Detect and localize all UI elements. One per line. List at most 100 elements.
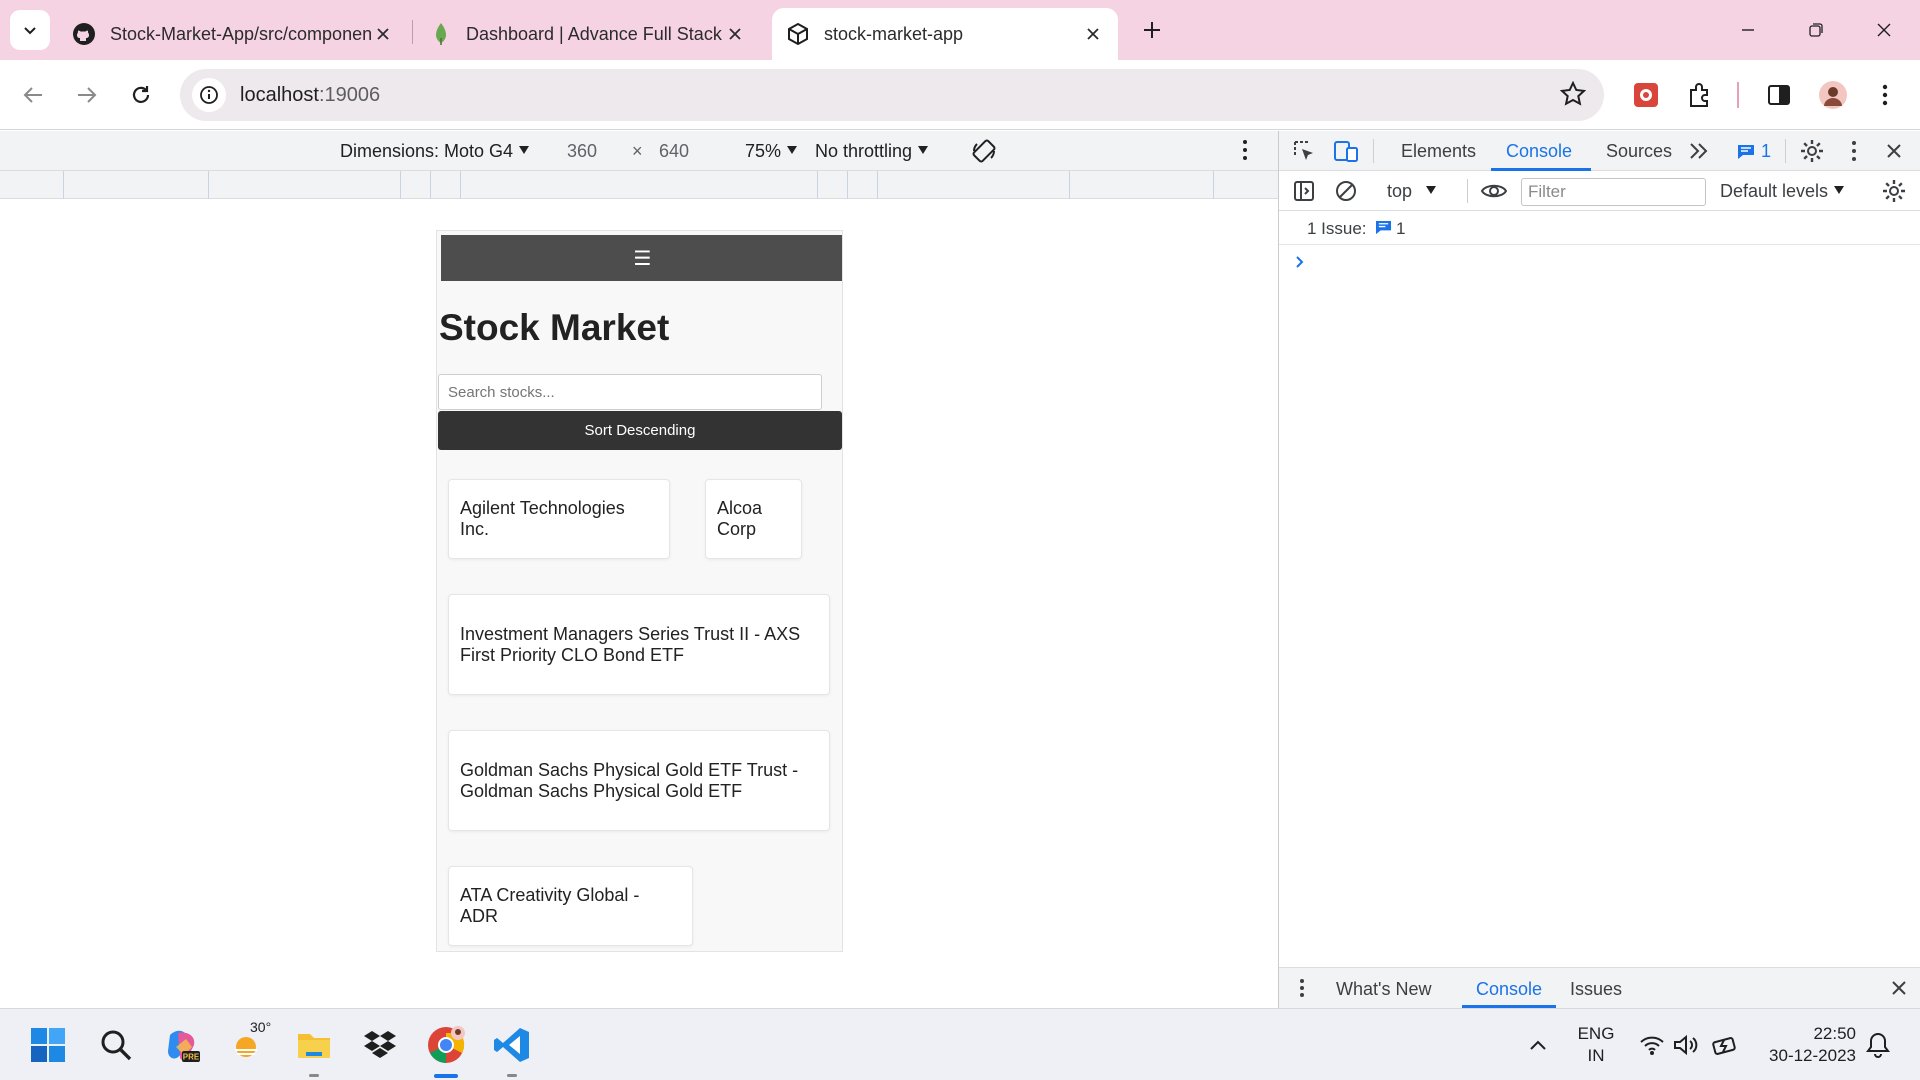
device-width-input[interactable]: 360	[567, 141, 597, 162]
tab-dashboard[interactable]: Dashboard | Advance Full Stack	[416, 8, 760, 60]
site-info-icon[interactable]	[192, 78, 226, 112]
hamburger-menu-icon[interactable]: ☰	[634, 246, 652, 271]
tab-stock-market-app[interactable]: stock-market-app	[772, 8, 1118, 60]
extensions-puzzle-icon[interactable]	[1681, 76, 1719, 114]
extension-app-icon[interactable]	[1627, 76, 1665, 114]
stock-card[interactable]: Alcoa Corp	[705, 479, 802, 559]
browser-toolbar: localhost:19006	[0, 60, 1920, 130]
address-bar[interactable]: localhost:19006	[180, 69, 1604, 121]
browser-tab-strip: Stock-Market-App/src/components Dashboar…	[0, 0, 1920, 60]
tab-search-button[interactable]	[10, 10, 50, 50]
dropbox-icon[interactable]	[358, 1023, 402, 1067]
rotate-icon[interactable]	[970, 137, 998, 170]
device-dimensions-select[interactable]: Dimensions: Moto G4	[340, 141, 530, 162]
close-window-button[interactable]	[1862, 12, 1906, 48]
device-height-input[interactable]: 640	[659, 141, 689, 162]
stock-name: Investment Managers Series Trust II - AX…	[460, 623, 801, 665]
devtools-more-icon[interactable]	[1839, 136, 1869, 166]
restore-icon	[1809, 23, 1823, 37]
media-query-segment[interactable]	[460, 171, 461, 199]
file-explorer-icon[interactable]	[292, 1023, 336, 1067]
new-tab-button[interactable]	[1136, 14, 1168, 46]
log-levels-select[interactable]: Default levels	[1720, 181, 1845, 202]
drawer-more-icon[interactable]	[1299, 978, 1305, 1003]
tab-console[interactable]: Console	[1506, 141, 1572, 162]
stock-card[interactable]: Goldman Sachs Physical Gold ETF Trust - …	[448, 730, 830, 831]
bookmark-star-icon[interactable]	[1559, 80, 1587, 112]
tab-github[interactable]: Stock-Market-App/src/components	[58, 8, 408, 60]
clock-time: 22:50	[1813, 1024, 1856, 1043]
media-query-segment[interactable]	[1213, 171, 1214, 199]
stock-card[interactable]: Investment Managers Series Trust II - AX…	[448, 594, 830, 695]
console-settings-gear-icon[interactable]	[1879, 176, 1909, 206]
issues-row[interactable]: 1 Issue: 1	[1279, 211, 1920, 245]
settings-gear-icon[interactable]	[1797, 136, 1827, 166]
drawer-tab-console[interactable]: Console	[1476, 979, 1542, 1000]
search-input[interactable]	[438, 374, 822, 410]
close-icon	[1877, 23, 1891, 37]
media-query-segment[interactable]	[877, 171, 878, 199]
context-select[interactable]: top	[1387, 181, 1437, 202]
search-icon[interactable]	[94, 1023, 138, 1067]
windows-start-icon[interactable]	[26, 1023, 70, 1067]
side-panel-icon[interactable]	[1760, 76, 1798, 114]
media-query-segment[interactable]	[208, 171, 209, 199]
volume-icon[interactable]	[1664, 1023, 1708, 1067]
forward-button[interactable]	[68, 76, 106, 114]
close-drawer-icon[interactable]	[1891, 980, 1907, 1001]
active-app-indicator	[434, 1074, 458, 1078]
battery-charging-icon[interactable]	[1704, 1023, 1748, 1067]
svg-text:PRE: PRE	[183, 1053, 200, 1062]
throttling-select[interactable]: No throttling	[815, 141, 929, 162]
filter-input[interactable]	[1521, 178, 1706, 206]
media-query-segment[interactable]	[1069, 171, 1070, 199]
stock-name: ATA Creativity Global - ADR	[460, 885, 640, 926]
chrome-menu-icon[interactable]	[1866, 76, 1904, 114]
tab-sources[interactable]: Sources	[1606, 141, 1672, 162]
media-query-segment[interactable]	[430, 171, 431, 199]
back-button[interactable]	[14, 76, 52, 114]
restore-button[interactable]	[1794, 12, 1838, 48]
reload-button[interactable]	[122, 76, 160, 114]
notification-bell-icon[interactable]	[1856, 1023, 1900, 1067]
media-query-segment[interactable]	[400, 171, 401, 199]
stock-card[interactable]: ATA Creativity Global - ADR	[448, 866, 693, 946]
dimension-times: ×	[632, 141, 643, 161]
device-toggle-icon[interactable]	[1331, 136, 1361, 166]
inspect-element-icon[interactable]	[1289, 136, 1319, 166]
toolbar-divider	[1737, 82, 1739, 108]
language-indicator[interactable]: ENG IN	[1574, 1023, 1618, 1067]
drawer-tab-issues[interactable]: Issues	[1570, 979, 1622, 1000]
minimize-button[interactable]	[1726, 12, 1770, 48]
codesandbox-icon	[788, 22, 808, 46]
caret-down-icon	[519, 146, 530, 154]
close-icon[interactable]	[1082, 23, 1104, 45]
copilot-icon[interactable]: PRE	[160, 1023, 204, 1067]
tab-elements[interactable]: Elements	[1401, 141, 1476, 162]
eye-icon[interactable]	[1479, 176, 1509, 206]
more-tabs-chevron-icon[interactable]	[1684, 136, 1714, 166]
drawer-tab-whats-new[interactable]: What's New	[1336, 979, 1431, 1000]
media-query-bar[interactable]	[0, 171, 1278, 199]
url-text: localhost:19006	[240, 84, 380, 107]
close-devtools-icon[interactable]	[1879, 136, 1909, 166]
sort-button[interactable]: Sort Descending	[438, 411, 842, 450]
zoom-select[interactable]: 75%	[745, 141, 798, 162]
media-query-segment[interactable]	[63, 171, 64, 199]
zoom-label: 75%	[745, 141, 782, 161]
vscode-icon[interactable]	[490, 1023, 534, 1067]
console-prompt-chevron-icon[interactable]	[1295, 255, 1305, 274]
clear-console-icon[interactable]	[1331, 176, 1361, 206]
media-query-segment[interactable]	[847, 171, 848, 199]
chrome-icon[interactable]	[424, 1023, 468, 1067]
device-more-icon[interactable]	[1242, 139, 1248, 166]
close-icon[interactable]	[724, 23, 746, 45]
sidebar-toggle-icon[interactable]	[1289, 176, 1319, 206]
media-query-segment[interactable]	[817, 171, 818, 199]
issues-badge[interactable]: 1	[1737, 141, 1771, 162]
profile-avatar[interactable]	[1814, 76, 1852, 114]
clock[interactable]: 22:50 30-12-2023	[1760, 1023, 1856, 1067]
stock-card[interactable]: Agilent Technologies Inc.	[448, 479, 670, 559]
tray-chevron-up-icon[interactable]	[1516, 1023, 1560, 1067]
close-icon[interactable]	[372, 23, 394, 45]
